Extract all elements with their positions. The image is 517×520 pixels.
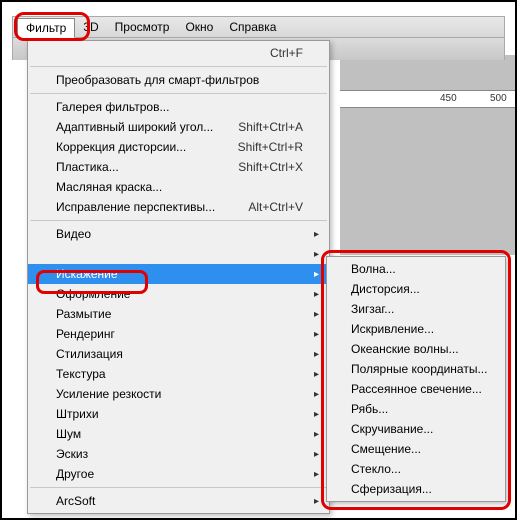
submenu-item-distortion[interactable]: Дисторсия... [327,279,505,299]
menu-item-label: Оформление [56,287,130,301]
menu-item-label: Океанские волны... [351,342,459,356]
menu-item-label: Штрихи [56,407,99,421]
menu-item-lens-correction[interactable]: Коррекция дисторсии... Shift+Ctrl+R [28,137,329,157]
workspace-bg [340,55,515,255]
menu-item-repeat[interactable]: Ctrl+F [28,43,329,63]
menu-item-label: Рябь... [351,402,388,416]
menu-item-label: Исправление перспективы... [56,200,215,214]
menu-view[interactable]: Просмотр [107,18,178,36]
menu-item-label: Другое [56,467,94,481]
menu-shortcut: Shift+Ctrl+A [218,120,303,134]
menu-item-label: Преобразовать для смарт-фильтров [56,73,259,87]
menu-item-label: Шум [56,427,81,441]
menu-item-label: Галерея фильтров... [56,100,169,114]
menu-item-stylize[interactable]: Стилизация [28,344,329,364]
menu-item-distort[interactable]: Искажение [28,264,329,284]
menu-help[interactable]: Справка [221,18,284,36]
menu-item-arcsoft[interactable]: ArcSoft [28,491,329,511]
menu-item-label: Зигзаг... [351,302,394,316]
menu-item-label: Смещение... [351,442,421,456]
menu-item-sharpen[interactable]: Усиление резкости [28,384,329,404]
submenu-item-glass[interactable]: Стекло... [327,459,505,479]
menu-item-label: Адаптивный широкий угол... [56,120,213,134]
submenu-item-zigzag[interactable]: Зигзаг... [327,299,505,319]
menu-item-render[interactable]: Рендеринг [28,324,329,344]
menu-shortcut: Ctrl+F [250,46,303,60]
ruler: 450 500 [340,90,515,108]
menu-item-texture[interactable]: Текстура [28,364,329,384]
menu-item-liquify[interactable]: Пластика... Shift+Ctrl+X [28,157,329,177]
menu-item-label: Искажение [56,267,118,281]
menu-item-label: Размытие [56,307,111,321]
submenu-item-polar[interactable]: Полярные координаты... [327,359,505,379]
submenu-item-displace[interactable]: Смещение... [327,439,505,459]
menu-item-sketch[interactable]: Эскиз [28,444,329,464]
menu-item-noise[interactable]: Шум [28,424,329,444]
menu-item-strokes[interactable]: Штрихи [28,404,329,424]
menu-shortcut: Shift+Ctrl+R [218,140,303,154]
menu-item-label: Стекло... [351,462,401,476]
menu-item-stylize2[interactable]: Оформление [28,284,329,304]
menubar: Фильтр 3D Просмотр Окно Справка [12,16,505,38]
menu-item-label [56,247,59,261]
menu-item-label: Пластика... [56,160,119,174]
submenu-item-twirl[interactable]: Скручивание... [327,419,505,439]
submenu-item-diffuse-glow[interactable]: Рассеянное свечение... [327,379,505,399]
ruler-tick: 450 [440,93,457,104]
menu-item-label: Видео [56,227,91,241]
submenu-item-spherize[interactable]: Сферизация... [327,479,505,499]
submenu-item-ripple[interactable]: Рябь... [327,399,505,419]
menu-window[interactable]: Окно [177,18,221,36]
menu-item-label: Эскиз [56,447,88,461]
menu-separator [30,220,327,221]
filter-dropdown: Ctrl+F Преобразовать для смарт-фильтров … [27,40,330,514]
ruler-tick: 500 [490,93,507,104]
menu-item-label: ArcSoft [56,494,95,508]
menu-item-label: Усиление резкости [56,387,161,401]
menu-item-label [56,46,59,60]
menu-item-label: Текстура [56,367,106,381]
menu-item-label: Искривление... [351,322,434,336]
menu-item-blur[interactable]: Размытие [28,304,329,324]
menu-separator [30,93,327,94]
submenu-item-wave[interactable]: Волна... [327,259,505,279]
menu-item-gallery[interactable]: Галерея фильтров... [28,97,329,117]
menu-shortcut: Alt+Ctrl+V [228,200,303,214]
menu-item-convert-smart[interactable]: Преобразовать для смарт-фильтров [28,70,329,90]
menu-item-vanishing[interactable]: Исправление перспективы... Alt+Ctrl+V [28,197,329,217]
menu-item-label: Сферизация... [351,482,432,496]
menu-item-label: Коррекция дисторсии... [56,140,186,154]
menu-item-video[interactable]: Видео [28,224,329,244]
menu-item-label: Дисторсия... [351,282,420,296]
menu-item-other[interactable]: Другое [28,464,329,484]
menu-shortcut: Shift+Ctrl+X [218,160,303,174]
menu-item-oil-paint[interactable]: Масляная краска... [28,177,329,197]
menu-item-label: Волна... [351,262,396,276]
submenu-item-ocean[interactable]: Океанские волны... [327,339,505,359]
menu-item-label: Скручивание... [351,422,433,436]
menu-item-label: Стилизация [56,347,123,361]
menu-3d[interactable]: 3D [75,18,106,36]
menu-item-label: Рендеринг [56,327,115,341]
menu-item-label: Рассеянное свечение... [351,382,482,396]
menu-separator [30,66,327,67]
menu-item-imitation[interactable] [28,244,329,264]
menu-item-label: Масляная краска... [56,180,162,194]
distort-submenu: Волна... Дисторсия... Зигзаг... Искривле… [326,256,506,502]
menu-item-adaptive-wide[interactable]: Адаптивный широкий угол... Shift+Ctrl+A [28,117,329,137]
menu-filter[interactable]: Фильтр [17,18,75,38]
submenu-item-curvature[interactable]: Искривление... [327,319,505,339]
menu-separator [30,487,327,488]
menu-item-label: Полярные координаты... [351,362,487,376]
